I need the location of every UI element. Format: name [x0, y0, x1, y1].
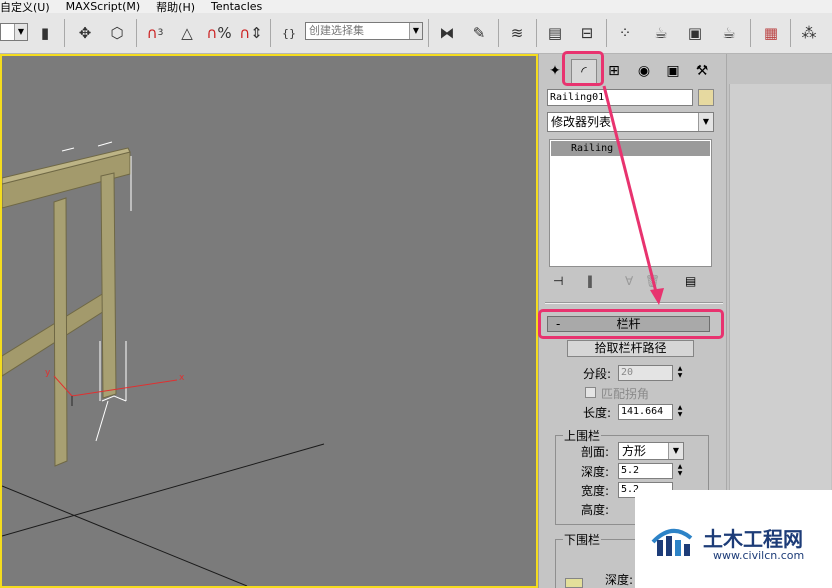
selection-filter-dropdown[interactable]: ▼: [0, 23, 28, 41]
angle-snap-icon[interactable]: △: [174, 20, 200, 46]
curve-editor-icon[interactable]: ▤: [542, 20, 568, 46]
toolbar-divider: [498, 19, 499, 47]
layer-manager-icon[interactable]: ≋: [504, 20, 530, 46]
gizmo-x-label: x: [179, 373, 185, 383]
menu-bar: 自定义(U) MAXScript(M) 帮助(H) Tentacles: [0, 0, 832, 14]
gizmo-y-label: y: [45, 368, 51, 378]
modifier-list-dropdown[interactable]: 修改器列表 ▼: [547, 112, 714, 132]
divider: [545, 302, 723, 304]
hierarchy-tab-icon[interactable]: ⊞: [601, 59, 627, 83]
segments-label: 分段:: [583, 367, 612, 381]
toolbar-divider: [64, 19, 65, 47]
snap-3d-label: 3: [157, 28, 164, 38]
top-width-label: 宽度:: [581, 484, 610, 498]
length-input[interactable]: 141.664: [618, 404, 673, 420]
percent-snap-icon[interactable]: ∩%: [206, 20, 232, 46]
modifier-list-label: 修改器列表: [551, 115, 612, 129]
chevron-down-icon: ▼: [409, 23, 422, 39]
lower-depth-label: 深度:: [605, 573, 634, 587]
toolbar-divider: [790, 19, 791, 47]
motion-tab-icon[interactable]: ◉: [631, 59, 657, 83]
named-selection-sets-dropdown[interactable]: 创建选择集 ▼: [305, 22, 423, 40]
watermark-url: www.civilcn.com: [713, 549, 805, 562]
remove-modifier-icon[interactable]: 🗑: [645, 274, 660, 288]
toolbar-divider: [750, 19, 751, 47]
edit-named-sets-icon[interactable]: {}: [276, 20, 302, 46]
select-filter-icon[interactable]: ▮: [32, 20, 58, 46]
segments-spinner[interactable]: ▲ ▼: [675, 365, 685, 381]
modifier-stack: Railing: [549, 139, 712, 267]
make-unique-icon[interactable]: ∀: [625, 274, 633, 288]
stack-item-railing[interactable]: Railing: [551, 141, 710, 156]
top-height-label: 高度:: [581, 503, 610, 517]
spinner-snap-icon[interactable]: ∩ ⇕: [238, 20, 264, 46]
pin-stack-icon[interactable]: ⊣: [553, 274, 563, 288]
top-rail-title: 上围栏: [563, 427, 602, 444]
app-window: 自定义(U) MAXScript(M) 帮助(H) Tentacles ▼ ▮ …: [0, 0, 832, 588]
menu-maxscript[interactable]: MAXScript(M): [66, 0, 141, 13]
toolbar-divider: [606, 19, 607, 47]
transform-icon[interactable]: ⬡: [104, 20, 130, 46]
chevron-down-icon: ▼: [668, 443, 683, 459]
top-depth-spinner[interactable]: ▲ ▼: [675, 463, 685, 479]
stack-buttons: ⊣ ‖ ∀ 🗑 ▤: [549, 271, 712, 293]
match-corners-label: 匹配拐角: [601, 387, 650, 401]
perspective-viewport[interactable]: y x: [0, 54, 538, 588]
chevron-down-icon: ▼: [698, 113, 713, 131]
watermark: 土木工程网 www.civilcn.com: [635, 490, 832, 588]
pivot-icon[interactable]: ▦: [758, 20, 784, 46]
length-label: 长度:: [583, 406, 612, 420]
profile-label: 剖面:: [581, 445, 610, 459]
object-name-field[interactable]: Railing01: [547, 89, 693, 106]
top-depth-label: 深度:: [581, 465, 610, 479]
watermark-title: 土木工程网: [703, 527, 803, 551]
assembly-icon[interactable]: ⁂: [796, 20, 822, 46]
named-selection-placeholder: 创建选择集: [309, 24, 364, 37]
mirror-icon[interactable]: ⧓: [434, 20, 460, 46]
align-icon[interactable]: ✎: [466, 20, 492, 46]
top-depth-input[interactable]: 5.2: [618, 463, 673, 479]
profile-value: 方形: [622, 444, 647, 458]
menu-tentacles[interactable]: Tentacles: [211, 0, 262, 13]
segments-input[interactable]: 20: [618, 365, 673, 381]
material-editor-icon[interactable]: ⁘: [612, 20, 638, 46]
civilcn-logo: [651, 529, 693, 556]
quick-render-icon[interactable]: ☕: [716, 20, 742, 46]
show-end-result-icon[interactable]: ‖: [587, 274, 593, 288]
length-spinner[interactable]: ▲ ▼: [675, 404, 685, 420]
toolbar-divider: [536, 19, 537, 47]
main-toolbar: ▼ ▮ ✥ ⬡ ∩ 3 △ ∩% ∩ ⇕ {} 创建选择集 ▼ ⧓ ✎ ≋ ▤ ⊟ …: [0, 13, 832, 54]
select-move-icon[interactable]: ✥: [72, 20, 98, 46]
modify-tab-highlight: [562, 51, 604, 86]
lower-rail-title: 下围栏: [563, 531, 602, 548]
utilities-tab-icon[interactable]: ⚒: [689, 59, 715, 83]
viewport-scene: y x: [2, 141, 325, 586]
profile-dropdown[interactable]: 方形 ▼: [618, 442, 684, 460]
toolbar-divider: [428, 19, 429, 47]
toolbar-divider: [136, 19, 137, 47]
display-tab-icon[interactable]: ▣: [660, 59, 686, 83]
pick-railing-path-button[interactable]: 拾取栏杆路径: [567, 340, 694, 357]
rollout-highlight: [538, 309, 724, 339]
snap-3d-icon[interactable]: ∩ 3: [142, 20, 168, 46]
configure-sets-icon[interactable]: ▤: [685, 274, 696, 288]
render-setup-icon[interactable]: ☕: [648, 20, 674, 46]
object-color-swatch[interactable]: [698, 89, 714, 106]
render-frame-icon[interactable]: ▣: [682, 20, 708, 46]
schematic-view-icon[interactable]: ⊟: [574, 20, 600, 46]
toolbar-divider: [270, 19, 271, 47]
match-corners-checkbox[interactable]: [585, 387, 596, 398]
lower-rail-button[interactable]: [565, 578, 583, 588]
chevron-down-icon: ▼: [14, 24, 27, 40]
